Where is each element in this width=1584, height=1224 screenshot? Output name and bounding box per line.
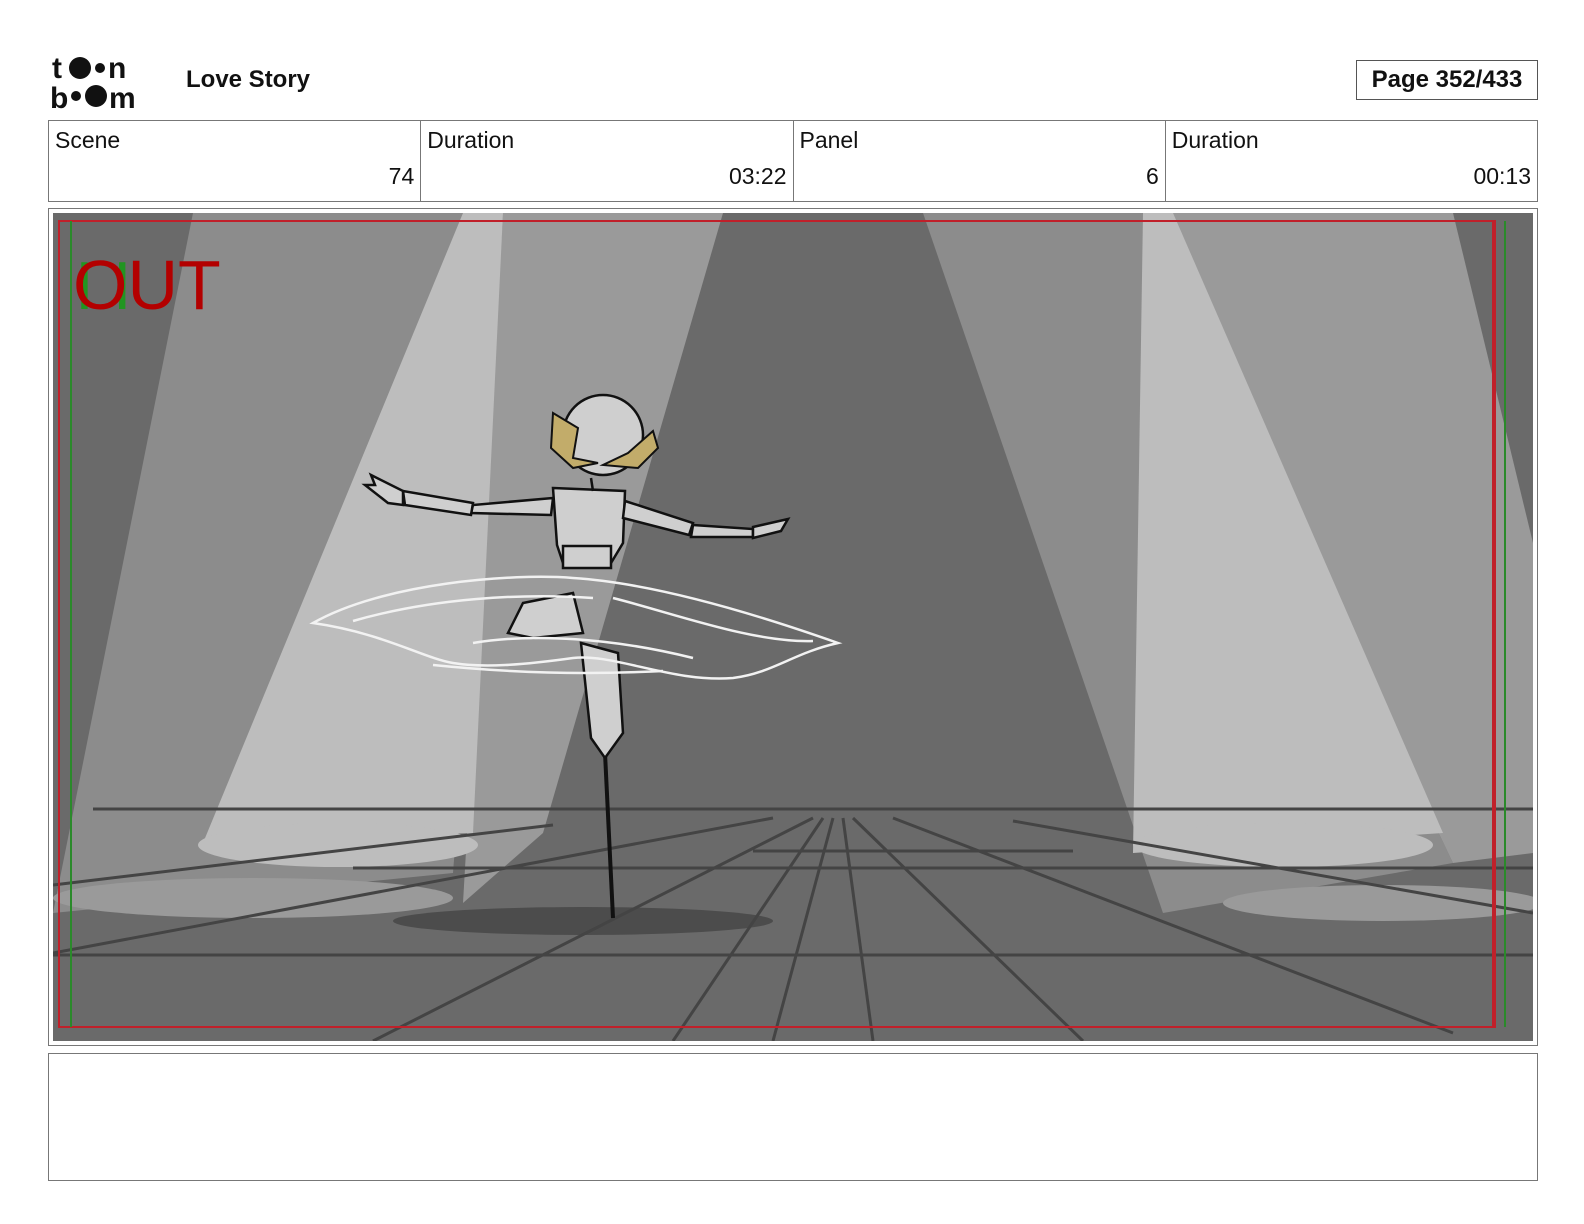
svg-text:b: b <box>50 82 68 112</box>
panel-notes-box <box>48 1053 1538 1181</box>
svg-text:t: t <box>52 52 62 85</box>
svg-text:m: m <box>109 82 136 112</box>
panel-drawing: I I OUT <box>53 213 1533 1041</box>
panel-duration-cell: Duration 00:13 <box>1166 121 1537 201</box>
project-title: Love Story <box>186 66 311 93</box>
panel-duration-value: 00:13 <box>1473 163 1531 189</box>
scene-duration-label: Duration <box>427 127 515 153</box>
panel-value: 6 <box>1145 163 1159 189</box>
scene-label: Scene <box>55 127 121 153</box>
page-indicator: Page 352/433 <box>1356 60 1538 100</box>
panel-duration-label: Duration <box>1171 127 1259 153</box>
scene-duration-value: 03:22 <box>728 163 787 189</box>
svg-text:n: n <box>108 52 126 85</box>
scene-value: 74 <box>388 163 415 189</box>
scene-duration-cell: Duration 03:22 <box>421 121 794 201</box>
panel-info-table: Scene 74 Duration 03:22 Panel 6 Duration… <box>48 120 1538 202</box>
storyboard-panel: I I OUT <box>48 208 1538 1046</box>
out-overlay-label: OUT <box>73 246 221 324</box>
toon-boom-logo: t n b m <box>50 52 136 112</box>
panel-cell: Panel 6 <box>794 121 1166 201</box>
scene-cell: Scene 74 <box>49 121 422 201</box>
panel-label: Panel <box>799 127 859 153</box>
